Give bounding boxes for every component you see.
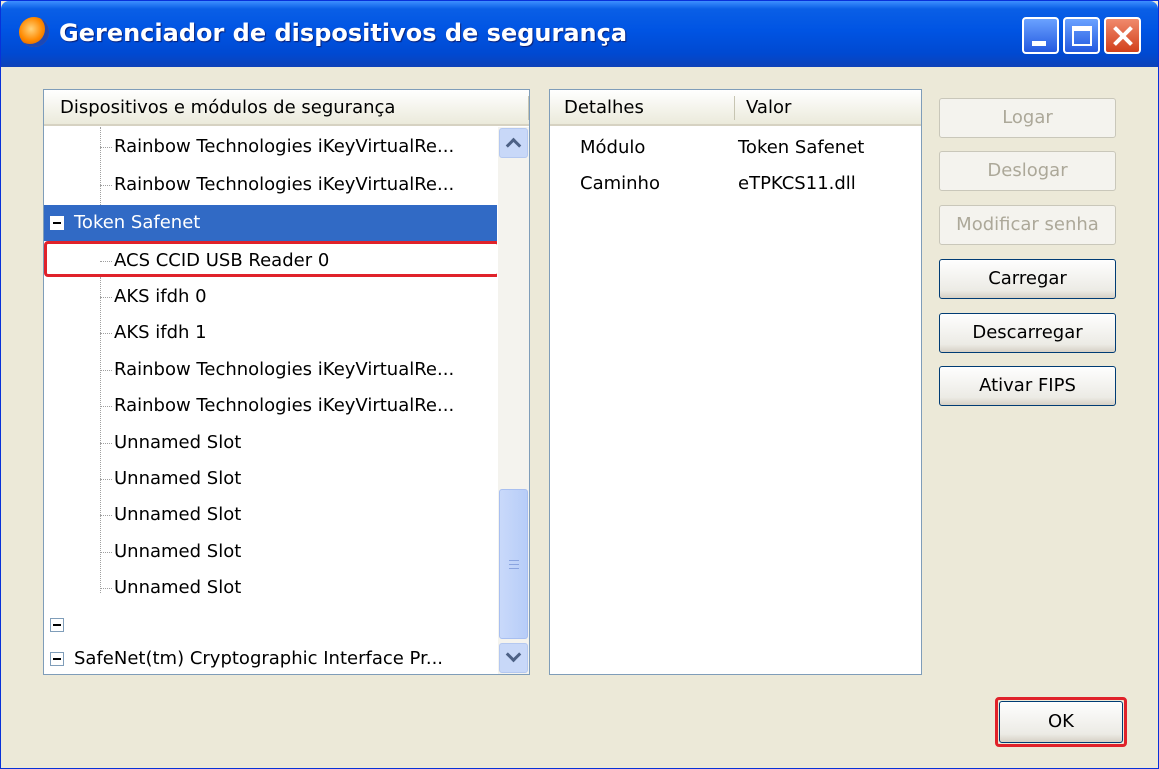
tree-item-label: AKS ifdh 0 bbox=[114, 286, 207, 307]
scrollbar-thumb[interactable] bbox=[499, 489, 528, 639]
ok-button[interactable]: OK bbox=[999, 701, 1123, 743]
details-header: Detalhes Valor bbox=[550, 90, 921, 126]
tree-connector bbox=[100, 147, 112, 148]
tree-connector bbox=[100, 370, 112, 371]
maximize-icon bbox=[1072, 26, 1092, 46]
tree-item-slot[interactable]: Rainbow Technologies iKeyVirtualRe... bbox=[44, 129, 497, 165]
scroll-up-button[interactable] bbox=[499, 128, 528, 158]
tree-item-label: Token Safenet bbox=[74, 212, 201, 233]
tree-column-header[interactable]: Dispositivos e módulos de segurança bbox=[44, 90, 529, 126]
tree-item-label: Rainbow Technologies iKeyVirtualRe... bbox=[114, 395, 455, 416]
minimize-icon bbox=[1032, 41, 1046, 46]
tree-item-label: Unnamed Slot bbox=[114, 577, 242, 598]
window-title: Gerenciador de dispositivos de segurança bbox=[59, 19, 628, 47]
collapse-icon[interactable] bbox=[50, 652, 64, 666]
tree-item-slot[interactable]: Unnamed Slot bbox=[44, 534, 497, 570]
detail-key: Módulo bbox=[580, 137, 646, 158]
tree-connector bbox=[100, 588, 112, 589]
chevron-down-icon bbox=[505, 646, 522, 663]
tree-connector bbox=[100, 185, 112, 186]
tree-connector bbox=[100, 479, 112, 480]
tree-scrollbar[interactable] bbox=[498, 127, 529, 674]
tree-item-slot[interactable]: Rainbow Technologies iKeyVirtualRe... bbox=[44, 167, 497, 203]
tree-item-slot[interactable]: Unnamed Slot bbox=[44, 497, 497, 533]
tree-item-slot[interactable]: AKS ifdh 1 bbox=[44, 315, 497, 351]
tree-item-token-safenet[interactable]: Token Safenet bbox=[44, 205, 497, 241]
load-button[interactable]: Carregar bbox=[939, 259, 1116, 299]
tree-connector bbox=[100, 333, 112, 334]
tree-connector bbox=[100, 443, 112, 444]
tree-item-slot[interactable]: AKS ifdh 0 bbox=[44, 279, 497, 315]
detail-key: Caminho bbox=[580, 173, 660, 194]
change-password-button[interactable]: Modificar senha bbox=[939, 205, 1116, 245]
devices-tree[interactable]: Dispositivos e módulos de segurança Rain… bbox=[43, 89, 530, 675]
tree-item-module[interactable]: SafeNet(tm) Cryptographic Interface Pr..… bbox=[44, 641, 497, 674]
detail-value: Token Safenet bbox=[738, 137, 865, 158]
unload-button[interactable]: Descarregar bbox=[939, 313, 1116, 353]
column-separator bbox=[528, 96, 529, 120]
tree-item-slot[interactable]: Rainbow Technologies iKeyVirtualRe... bbox=[44, 388, 497, 424]
security-devices-dialog: Gerenciador de dispositivos de segurança… bbox=[0, 0, 1159, 769]
tree-connector bbox=[100, 297, 112, 298]
tree-item-label: SafeNet(tm) Cryptographic Interface Pr..… bbox=[74, 648, 444, 669]
firefox-icon bbox=[19, 17, 49, 47]
tree-body: Rainbow Technologies iKeyVirtualRe... Ra… bbox=[44, 127, 497, 674]
chevron-up-icon bbox=[505, 137, 522, 154]
tree-item-label: Unnamed Slot bbox=[114, 432, 242, 453]
tree-item-slot[interactable]: Unnamed Slot bbox=[44, 461, 497, 497]
column-header-value[interactable]: Valor bbox=[746, 90, 791, 126]
tree-item-label: Unnamed Slot bbox=[114, 504, 242, 525]
column-separator bbox=[734, 96, 735, 120]
tree-connector bbox=[100, 515, 112, 516]
tree-connector bbox=[100, 552, 112, 553]
close-button[interactable] bbox=[1104, 17, 1141, 54]
detail-value: eTPKCS11.dll bbox=[738, 173, 856, 194]
details-table[interactable]: Detalhes Valor Módulo Token Safenet Cami… bbox=[549, 89, 922, 675]
scroll-down-button[interactable] bbox=[499, 643, 528, 673]
tree-item-label: Unnamed Slot bbox=[114, 541, 242, 562]
login-button[interactable]: Logar bbox=[939, 98, 1116, 138]
selection-highlight-outline bbox=[44, 241, 497, 277]
tree-item-label: Rainbow Technologies iKeyVirtualRe... bbox=[114, 359, 455, 380]
tree-item-label: AKS ifdh 1 bbox=[114, 322, 207, 343]
collapse-icon[interactable] bbox=[50, 618, 64, 632]
tree-connector bbox=[100, 406, 112, 407]
minimize-button[interactable] bbox=[1022, 17, 1059, 54]
tree-item-label: Unnamed Slot bbox=[114, 468, 242, 489]
table-row[interactable]: Caminho eTPKCS11.dll bbox=[550, 166, 921, 202]
tree-column-header-label: Dispositivos e módulos de segurança bbox=[60, 97, 396, 118]
maximize-button[interactable] bbox=[1063, 17, 1100, 54]
table-row[interactable]: Módulo Token Safenet bbox=[550, 130, 921, 166]
tree-item-slot[interactable]: Rainbow Technologies iKeyVirtualRe... bbox=[44, 352, 497, 388]
collapse-icon[interactable] bbox=[50, 216, 64, 230]
title-bar[interactable]: Gerenciador de dispositivos de segurança bbox=[1, 1, 1158, 67]
tree-item-label: Rainbow Technologies iKeyVirtualRe... bbox=[114, 136, 455, 157]
tree-item-label: Rainbow Technologies iKeyVirtualRe... bbox=[114, 174, 455, 195]
logout-button[interactable]: Deslogar bbox=[939, 151, 1116, 191]
enable-fips-button[interactable]: Ativar FIPS bbox=[939, 366, 1116, 406]
grip-icon bbox=[509, 560, 519, 569]
close-icon bbox=[1106, 19, 1139, 52]
tree-item-slot[interactable]: Unnamed Slot bbox=[44, 570, 497, 606]
column-header-details[interactable]: Detalhes bbox=[564, 90, 644, 126]
tree-item-slot[interactable]: Unnamed Slot bbox=[44, 425, 497, 461]
tree-item-module[interactable] bbox=[44, 607, 497, 643]
